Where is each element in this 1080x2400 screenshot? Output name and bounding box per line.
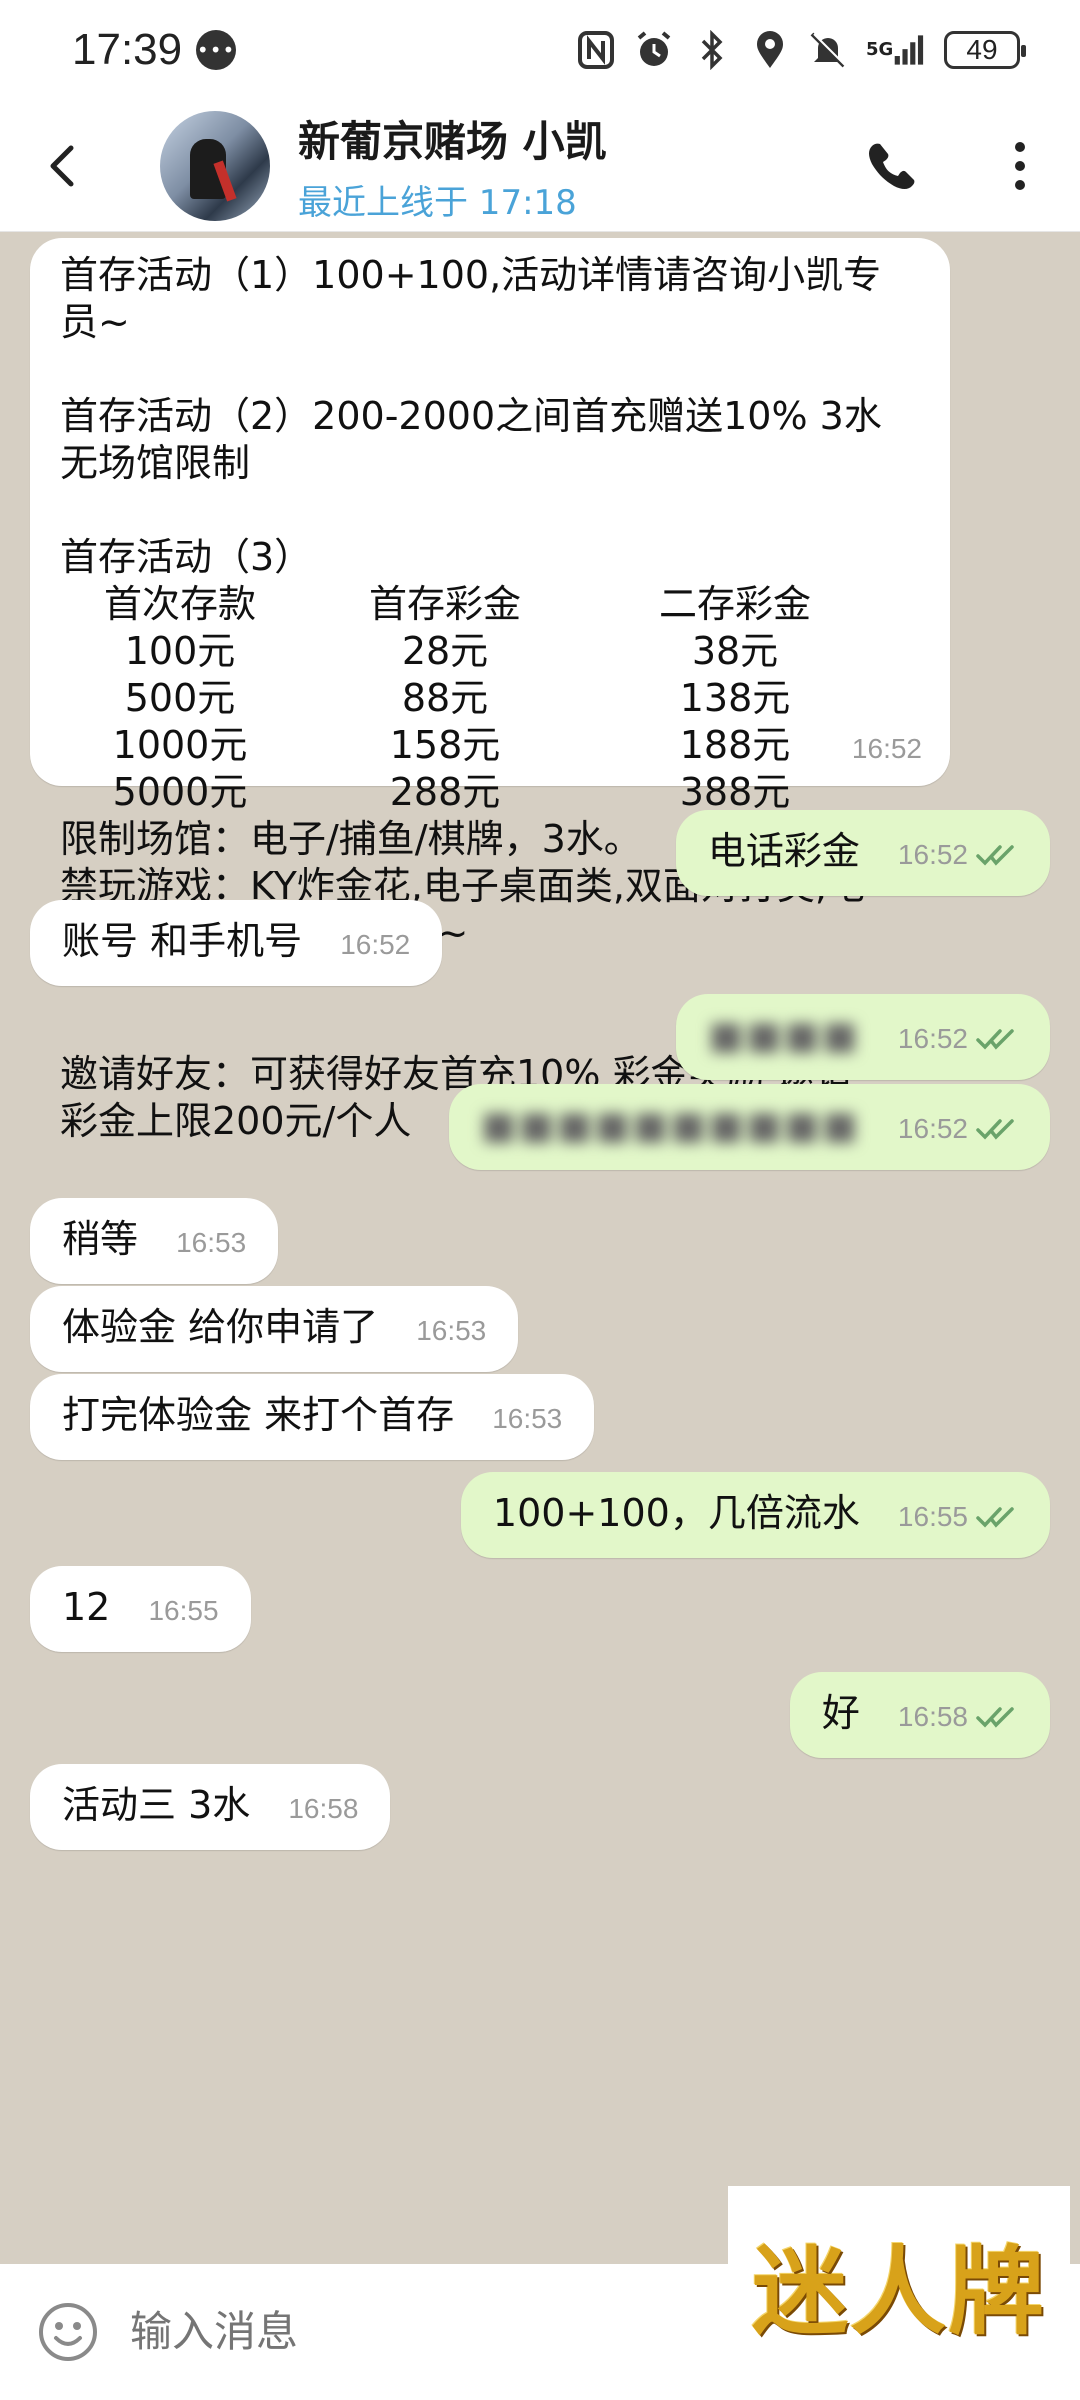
- back-arrow-icon[interactable]: [40, 136, 84, 196]
- mute-icon: [808, 30, 848, 70]
- message-list[interactable]: 首存活动（1）100+100,活动详情请咨询小凯专 员~ 首存活动（2）200-…: [0, 232, 1080, 2264]
- table-cell: 158元: [389, 723, 501, 767]
- message-text: 稍等: [62, 1217, 139, 1261]
- incoming-message[interactable]: 活动三 3水 16:58: [30, 1764, 391, 1850]
- message-text: 电话彩金: [707, 829, 860, 873]
- status-bar: 17:39 ••• 5G 49: [0, 0, 1080, 100]
- emoji-icon[interactable]: [36, 2300, 100, 2364]
- message-time: 16:53: [416, 1315, 487, 1346]
- battery-icon: 49: [944, 31, 1026, 69]
- table-cell: 38元: [691, 629, 779, 673]
- table-cell: 288元: [389, 770, 501, 814]
- message-time: 16:53: [492, 1403, 563, 1434]
- message-time: 16:53: [176, 1227, 247, 1258]
- message-time: 16:55: [148, 1595, 219, 1626]
- outgoing-message[interactable]: 电话彩金 16:52: [675, 810, 1050, 896]
- more-vert-icon[interactable]: [990, 136, 1050, 196]
- avatar[interactable]: [160, 110, 270, 221]
- incoming-message[interactable]: 体验金 给你申请了 16:53: [30, 1286, 519, 1372]
- outgoing-message[interactable]: 100+100，几倍流水 16:55: [460, 1472, 1050, 1558]
- incoming-message[interactable]: 打完体验金 来打个首存 16:53: [30, 1374, 595, 1460]
- table-cell: 500元: [124, 676, 236, 720]
- incoming-message[interactable]: 账号 和手机号 16:52: [30, 900, 443, 986]
- table-cell: 138元: [679, 676, 791, 720]
- table-cell: 28元: [401, 629, 489, 673]
- message-time: 16:55: [897, 1501, 968, 1532]
- table-cell: 388元: [679, 770, 791, 814]
- promo-table: 首次存款 首存彩金 二存彩金 100元 28元 38元 500元 88元 138…: [60, 581, 920, 816]
- double-check-icon: [976, 1706, 1018, 1728]
- table-cell: 188元: [679, 723, 791, 767]
- message-input[interactable]: [130, 2308, 671, 2356]
- table-cell: 88元: [401, 676, 489, 720]
- incoming-message-promo[interactable]: 首存活动（1）100+100,活动详情请咨询小凯专 员~ 首存活动（2）200-…: [30, 238, 950, 1143]
- message-time: 16:52: [897, 1023, 968, 1054]
- outgoing-message-redacted[interactable]: ■■■■ 16:52: [676, 994, 1050, 1080]
- redacted-text: ■■■■■■■■■■: [480, 1103, 860, 1147]
- chat-header: 新葡京赌场 小凯 最近上线于 17:18: [0, 100, 1080, 232]
- alarm-icon: [634, 30, 674, 70]
- double-check-icon: [976, 844, 1018, 866]
- message-time: 16:52: [851, 733, 922, 764]
- message-time: 16:52: [897, 1113, 968, 1144]
- table-cell: 二存彩金: [658, 582, 811, 626]
- watermark-text: 迷人牌: [752, 2234, 1046, 2348]
- message-text: 首存活动（1）100+100,活动详情请咨询小凯专 员~ 首存活动（2）200-…: [60, 253, 882, 579]
- message-text: 活动三 3水: [62, 1783, 251, 1827]
- message-text: 好: [821, 1691, 860, 1735]
- message-text: 账号 和手机号: [62, 919, 303, 963]
- last-seen-status: 最近上线于 17:18: [298, 182, 577, 223]
- message-time: 16:52: [340, 929, 411, 960]
- double-check-icon: [976, 1028, 1018, 1050]
- table-cell: 100元: [124, 629, 236, 673]
- message-time: 16:58: [897, 1701, 968, 1732]
- message-time: 16:52: [897, 839, 968, 870]
- message-text: 100+100，几倍流水: [492, 1491, 860, 1535]
- incoming-message[interactable]: 稍等 16:53: [30, 1198, 279, 1284]
- table-cell: 5000元: [112, 770, 248, 814]
- outgoing-message[interactable]: 好 16:58: [789, 1672, 1050, 1758]
- table-cell: 首次存款: [103, 582, 256, 626]
- incoming-message[interactable]: 12 16:55: [30, 1566, 251, 1652]
- watermark-logo: 迷人牌: [728, 2186, 1070, 2380]
- status-icons: 5G 49: [576, 30, 1026, 70]
- redacted-text: ■■■■: [708, 1013, 860, 1057]
- contact-name: 新葡京赌场 小凯: [298, 116, 607, 166]
- phone-icon[interactable]: [862, 136, 922, 196]
- double-check-icon: [976, 1506, 1018, 1528]
- message-text: 打完体验金 来打个首存: [62, 1393, 455, 1437]
- chat-notification-icon: •••: [196, 30, 237, 70]
- table-cell: 首存彩金: [368, 582, 521, 626]
- message-text: 12: [62, 1585, 111, 1629]
- location-icon: [750, 30, 790, 70]
- message-text: 体验金 给你申请了: [62, 1305, 379, 1349]
- nfc-icon: [576, 30, 616, 70]
- message-time: 16:58: [288, 1793, 359, 1824]
- table-cell: 1000元: [112, 723, 248, 767]
- outgoing-message-redacted[interactable]: ■■■■■■■■■■ 16:52: [448, 1084, 1050, 1170]
- contact-info[interactable]: 新葡京赌场 小凯 最近上线于 17:18: [298, 108, 607, 224]
- header-actions: [862, 136, 1050, 196]
- bluetooth-icon: [692, 30, 732, 70]
- double-check-icon: [976, 1118, 1018, 1140]
- signal-icon: 5G: [866, 30, 926, 70]
- status-time: 17:39: [72, 25, 183, 74]
